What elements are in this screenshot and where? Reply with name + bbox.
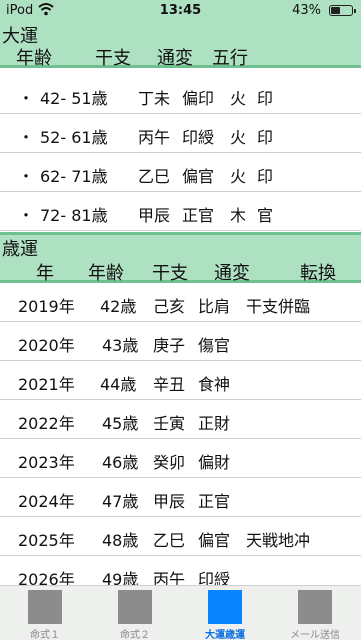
row-age: 42- 51歳 (40, 89, 108, 108)
tab-mail[interactable]: メール送信 (270, 586, 360, 641)
annual-col-tenkan: 転換 (300, 263, 336, 284)
row-bullet: ・ (18, 206, 35, 225)
major-luck-row[interactable]: ・ 62- 71歳 乙巳 偏官 火 印 (0, 153, 361, 192)
row-kanshi: 乙巳 (138, 167, 171, 186)
row-bullet: ・ (18, 128, 35, 147)
row-kanshi: 辛丑 (153, 375, 186, 394)
luck-icon (208, 590, 242, 624)
row-year: 2022年 (18, 414, 75, 433)
tab-chart2[interactable]: 命式２ (90, 586, 180, 641)
battery-nub (354, 9, 356, 13)
annual-luck-row[interactable]: 2022年 45歳 壬寅 正財 (0, 400, 361, 439)
row-kanshi: 甲辰 (138, 206, 171, 225)
row-age: 48歳 (102, 531, 139, 550)
row-year: 2024年 (18, 492, 75, 511)
major-col-tsuhen: 通変 (157, 48, 193, 69)
annual-luck-row[interactable]: 2020年 43歳 庚子 傷官 (0, 322, 361, 361)
row-kanshi: 乙巳 (153, 531, 186, 550)
row-tenkan: 天戦地冲 (246, 531, 311, 550)
row-year: 2023年 (18, 453, 75, 472)
tab-luck[interactable]: 大運歳運 (180, 586, 270, 641)
row-age: 42歳 (100, 297, 137, 316)
tab-bar: 命式１ 命式２ 大運歳運 メール送信 (0, 585, 361, 641)
row-year: 2025年 (18, 531, 75, 550)
row-gogyo-type: 官 (257, 206, 274, 225)
battery-percent: 43% (292, 3, 321, 18)
chart1-icon (28, 590, 62, 624)
mail-icon (298, 590, 332, 624)
tab-label: 大運歳運 (205, 630, 245, 641)
major-luck-header: 大運 年齢 干支 通変 五行 (0, 22, 361, 69)
row-gogyo-element: 火 (230, 89, 247, 108)
annual-luck-title: 歳運 (2, 239, 38, 260)
row-tsuhen: 偏財 (198, 453, 231, 472)
annual-luck-row[interactable]: 2025年 48歳 乙巳 偏官 天戦地冲 (0, 517, 361, 556)
row-bullet: ・ (18, 167, 35, 186)
row-kanshi: 壬寅 (153, 414, 186, 433)
row-age: 62- 71歳 (40, 167, 108, 186)
annual-col-year: 年 (36, 263, 54, 284)
major-col-age: 年齢 (16, 48, 52, 69)
annual-col-tsuhen: 通変 (214, 263, 250, 284)
row-gogyo-element: 火 (230, 167, 247, 186)
row-tsuhen: 偏官 (198, 531, 231, 550)
row-age: 47歳 (102, 492, 139, 511)
status-bar: iPod 13:45 43% (0, 0, 361, 22)
tab-label: 命式２ (120, 630, 150, 641)
row-tsuhen: 食神 (198, 375, 231, 394)
tab-label: 命式１ (30, 630, 60, 641)
major-luck-row[interactable]: ・ 52- 61歳 丙午 印綬 火 印 (0, 114, 361, 153)
row-year: 2019年 (18, 297, 75, 316)
row-tsuhen: 偏印 (182, 89, 215, 108)
major-col-gogyo: 五行 (212, 48, 248, 69)
battery-fill (331, 7, 340, 14)
row-kanshi: 癸卯 (153, 453, 186, 472)
row-tsuhen: 印綬 (182, 128, 215, 147)
tab-label: メール送信 (290, 630, 340, 641)
major-luck-row[interactable]: ・ 72- 81歳 甲辰 正官 木 官 (0, 192, 361, 231)
annual-luck-row[interactable]: 2019年 42歳 己亥 比肩 干支併臨 (0, 283, 361, 322)
row-gogyo-type: 印 (257, 89, 274, 108)
row-gogyo-element: 木 (230, 206, 247, 225)
row-bullet: ・ (18, 89, 35, 108)
chart2-icon (118, 590, 152, 624)
annual-luck-row[interactable]: 2021年 44歳 辛丑 食神 (0, 361, 361, 400)
row-year: 2021年 (18, 375, 75, 394)
annual-luck-header: 歳運 年 年齢 干支 通変 転換 (0, 232, 361, 284)
row-age: 44歳 (100, 375, 137, 394)
row-kanshi: 甲辰 (153, 492, 186, 511)
row-tsuhen: 傷官 (198, 336, 231, 355)
annual-luck-row[interactable]: 2024年 47歳 甲辰 正官 (0, 478, 361, 517)
row-tsuhen: 正官 (182, 206, 215, 225)
row-age: 43歳 (102, 336, 139, 355)
major-col-kanshi: 干支 (95, 48, 131, 69)
row-tsuhen: 正財 (198, 414, 231, 433)
row-kanshi: 丁未 (138, 89, 171, 108)
battery-icon (329, 5, 356, 16)
row-tenkan: 干支併臨 (246, 297, 311, 316)
major-luck-row[interactable]: ・ 42- 51歳 丁未 偏印 火 印 (0, 75, 361, 114)
row-gogyo-type: 印 (257, 167, 274, 186)
row-tsuhen: 偏官 (182, 167, 215, 186)
row-age: 52- 61歳 (40, 128, 108, 147)
row-year: 2020年 (18, 336, 75, 355)
row-age: 45歳 (102, 414, 139, 433)
row-kanshi: 己亥 (153, 297, 186, 316)
row-kanshi: 丙午 (138, 128, 171, 147)
row-kanshi: 庚子 (153, 336, 186, 355)
row-gogyo-type: 印 (257, 128, 274, 147)
row-age: 72- 81歳 (40, 206, 108, 225)
row-tsuhen: 比肩 (198, 297, 231, 316)
annual-luck-row[interactable]: 2023年 46歳 癸卯 偏財 (0, 439, 361, 478)
annual-col-age: 年齢 (88, 263, 124, 284)
row-gogyo-element: 火 (230, 128, 247, 147)
tab-chart1[interactable]: 命式１ (0, 586, 90, 641)
row-tsuhen: 正官 (198, 492, 231, 511)
row-age: 46歳 (102, 453, 139, 472)
annual-col-kanshi: 干支 (152, 263, 188, 284)
